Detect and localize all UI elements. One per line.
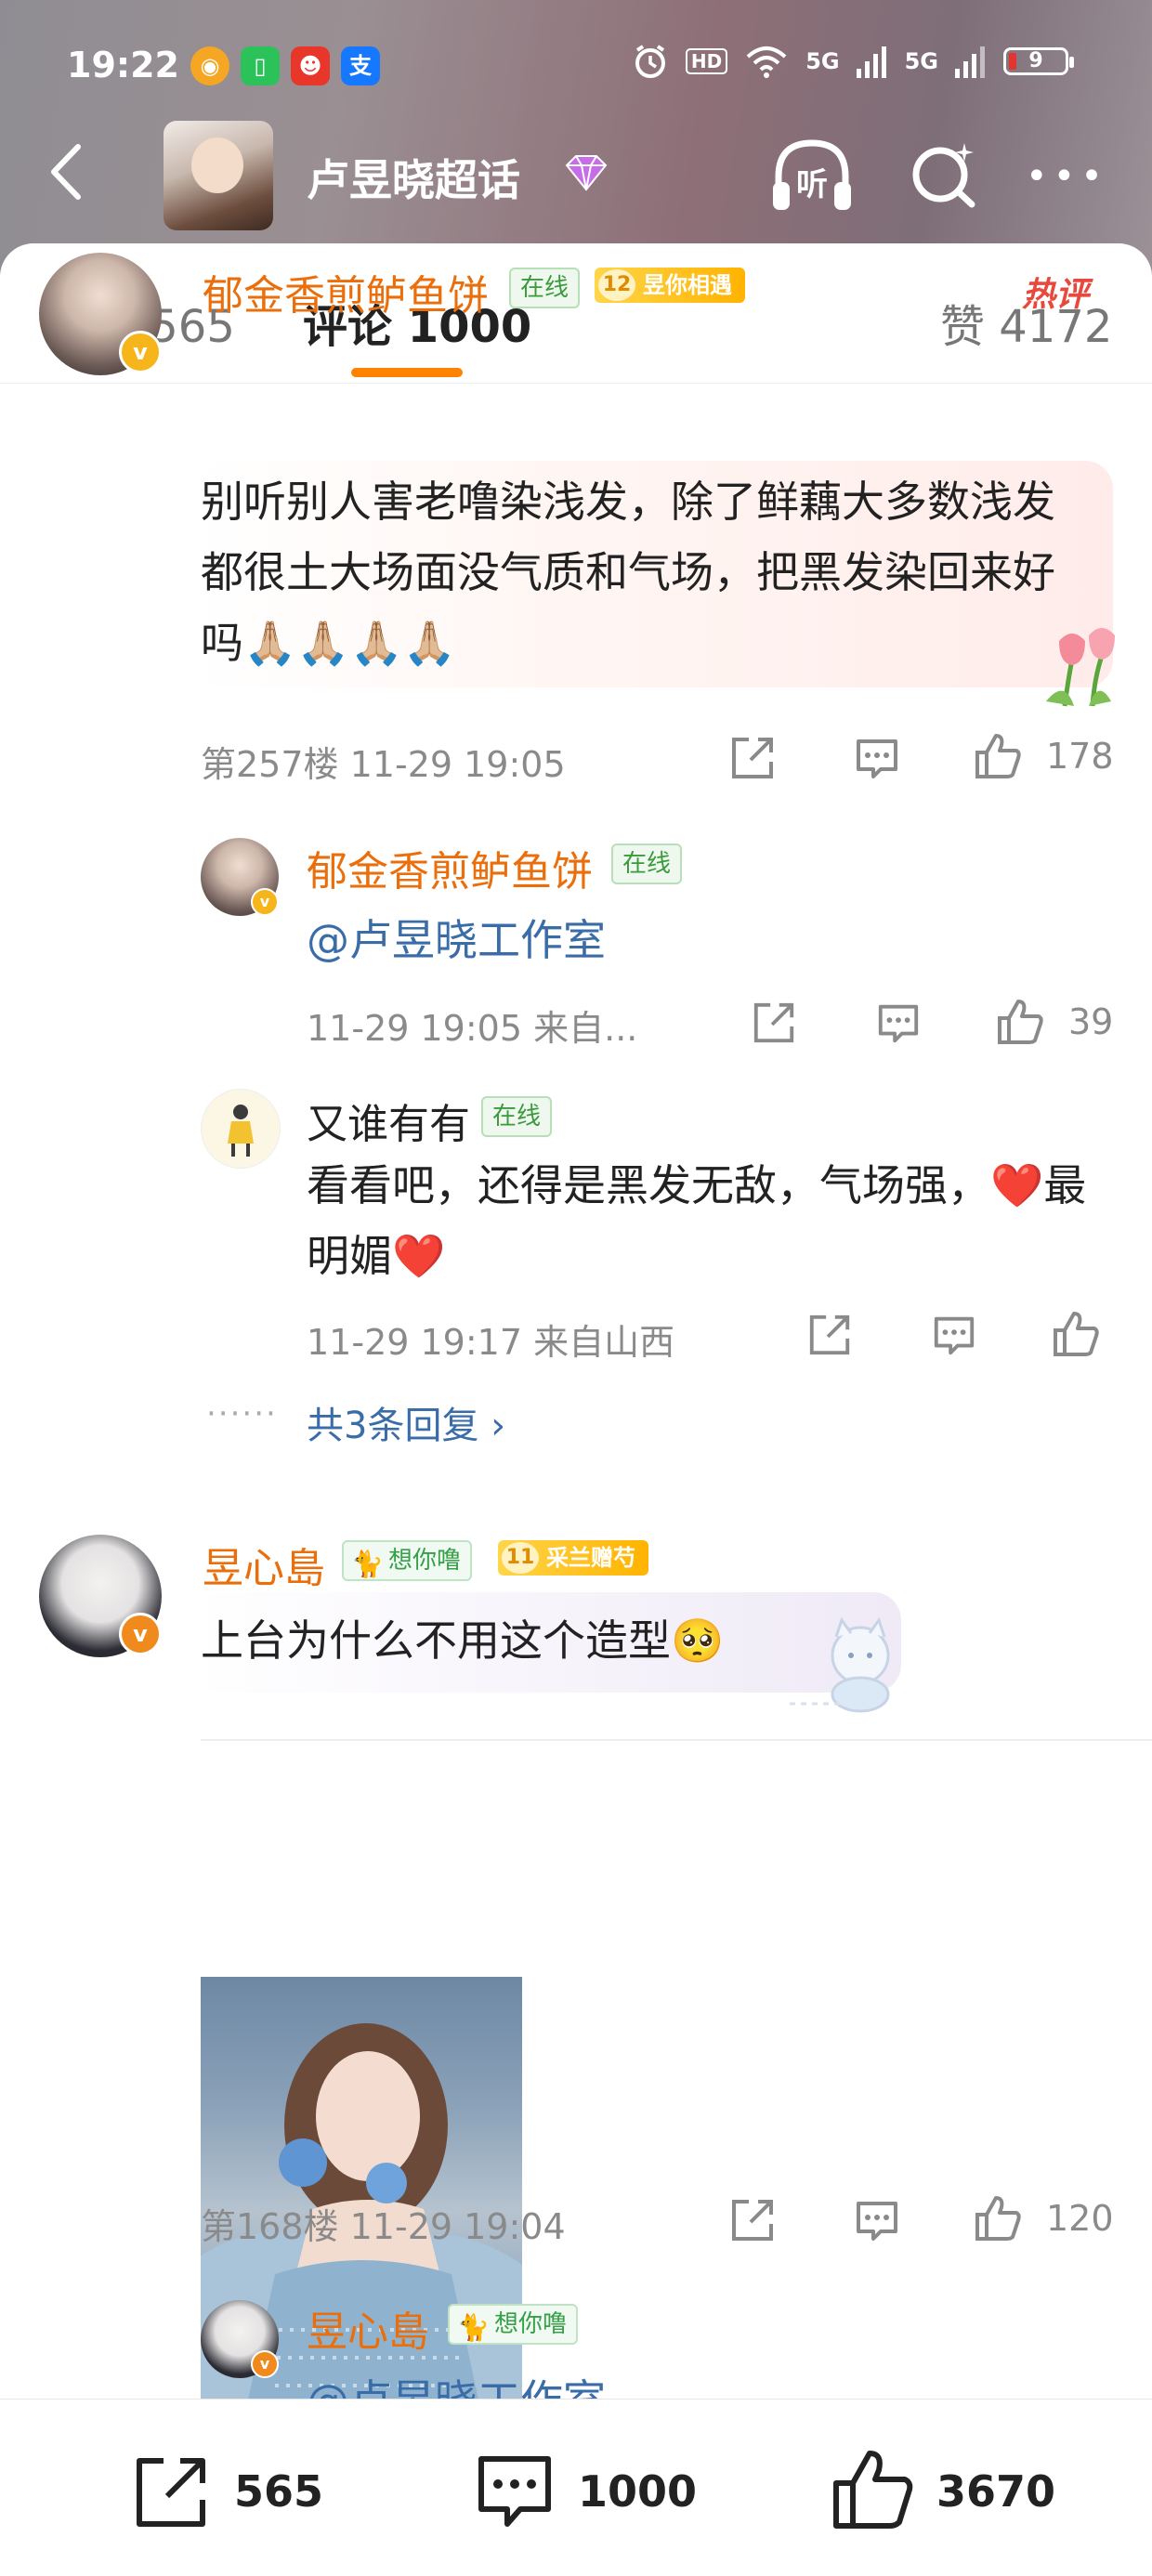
- reply-avatar[interactable]: [201, 1089, 281, 1169]
- alipay-icon: 支: [341, 46, 380, 85]
- like-icon[interactable]: [994, 996, 1046, 1048]
- comment-divider: [201, 1739, 1152, 1741]
- reply-username[interactable]: 郁金香煎鲈鱼饼: [307, 838, 593, 897]
- reply-meta: 11-29 19:17 来自山西: [307, 1314, 674, 1365]
- reply-text: 看看吧，还得是黑发无敌，气场强，❤️最明媚❤️: [307, 1160, 1087, 1281]
- fan-badge: 12 昱你相遇: [595, 268, 745, 303]
- topic-title[interactable]: 卢昱晓超话: [307, 147, 520, 208]
- notification-icons: ◉ ▯ ☻ 支: [190, 46, 380, 85]
- reply-username[interactable]: 昱心島: [307, 2298, 429, 2358]
- fan-level: 12: [598, 269, 635, 301]
- fan-level: 11: [502, 1542, 539, 1574]
- alarm-icon: [635, 45, 665, 78]
- reply-text: @卢昱晓工作室: [307, 2365, 957, 2399]
- online-tag: 在线: [611, 843, 683, 884]
- reply-source: 来自山西: [533, 1322, 675, 1363]
- listen-headphones-icon[interactable]: 听: [767, 134, 857, 217]
- verified-badge-icon: v: [251, 2350, 279, 2378]
- like-count: 178: [1046, 736, 1114, 777]
- share-icon[interactable]: [806, 1312, 853, 1358]
- share-icon[interactable]: [728, 2196, 777, 2244]
- comment-text: 别听别人害老噜染浅发，除了鲜藕大多数浅发都很土大场面没气质和气场，把黑发染回来好…: [201, 477, 1055, 668]
- username[interactable]: 昱心島: [203, 1535, 325, 1594]
- bottom-action-bar: 565 1000 3670: [0, 2399, 1152, 2576]
- back-arrow-icon[interactable]: [37, 139, 102, 204]
- wifi-icon: [746, 46, 787, 78]
- signal-2-icon: [955, 46, 985, 78]
- comment-floor: 第168楼 11-29 19:04: [201, 2198, 566, 2249]
- floor-number: 第257楼: [201, 744, 339, 785]
- comment-icon[interactable]: [472, 2452, 557, 2533]
- share-icon[interactable]: [728, 734, 777, 782]
- comment-icon[interactable]: [853, 734, 901, 782]
- reply-username[interactable]: 又谁有有: [307, 1091, 470, 1150]
- status-right: HD 5G 5G 9: [632, 43, 1074, 80]
- comment-text: 上台为什么不用这个造型🥺: [201, 1615, 725, 1666]
- tab-bar: 转发 565 评论 1000 赞 4172: [0, 243, 1152, 384]
- comment-time: 11-29 19:05: [349, 744, 566, 785]
- status-time: 19:22: [67, 45, 179, 85]
- topic-avatar[interactable]: [164, 121, 273, 230]
- signal-1-label: 5G: [805, 48, 840, 74]
- fan-name-badge: 🐈 想你噜: [448, 2304, 579, 2345]
- like-icon[interactable]: [972, 730, 1024, 782]
- more-options-icon[interactable]: •••: [1026, 158, 1108, 195]
- like-total[interactable]: 3670: [936, 2466, 1055, 2517]
- fan-badge-label: 昱你相遇: [643, 272, 732, 298]
- comment-icon[interactable]: [931, 1312, 977, 1358]
- comment-time: 11-29 19:04: [349, 2206, 566, 2247]
- repost-count[interactable]: 565: [234, 2466, 323, 2517]
- reply-meta: 11-29 19:05 来自...: [307, 1000, 637, 1051]
- like-count: 39: [1068, 1001, 1114, 1042]
- battery-level: 9: [1028, 49, 1043, 72]
- fan-badge: 11 采兰赠芍: [498, 1540, 648, 1576]
- verified-badge-icon: v: [251, 888, 279, 916]
- cartoon-figure-icon: [228, 1105, 254, 1157]
- hot-comment-badge: 热评: [1022, 276, 1090, 314]
- mention-link[interactable]: @卢昱晓工作室: [307, 2375, 606, 2399]
- weibo-icon: ◉: [190, 46, 229, 85]
- comment-floor: 第257楼 11-29 19:05: [201, 736, 566, 787]
- hd-icon: HD: [685, 48, 728, 74]
- fan-badge-label: 采兰赠芍: [546, 1545, 635, 1571]
- reply-dots: ······: [206, 1395, 278, 1432]
- signal-2-label: 5G: [904, 48, 938, 74]
- search-icon[interactable]: [907, 137, 981, 212]
- cat-icon: 🐈: [351, 1549, 384, 1579]
- like-icon[interactable]: [972, 2192, 1024, 2244]
- comment-sheet: 转发 565 评论 1000 赞 4172 热评 v 郁金香煎鲈鱼饼 在线 12…: [0, 243, 1152, 2575]
- top-nav: 卢昱晓超话 听 •••: [0, 111, 1152, 242]
- online-tag: 在线: [509, 268, 581, 308]
- view-more-replies-link[interactable]: 共3条回复 ›: [307, 1395, 505, 1449]
- reply-text: @卢昱晓工作室: [307, 905, 1106, 975]
- repost-icon[interactable]: [130, 2452, 212, 2533]
- like-count: 120: [1046, 2198, 1114, 2239]
- app-notification-icon: ▯: [241, 46, 280, 85]
- fan-name-label: 想你噜: [494, 2310, 568, 2338]
- reply-time: 11-29 19:05: [307, 1008, 523, 1049]
- verified-badge-icon: v: [119, 331, 162, 373]
- reply-time: 11-29 19:17: [307, 1322, 523, 1363]
- shopping-app-icon: ☻: [291, 46, 330, 85]
- like-icon[interactable]: [1050, 1308, 1102, 1360]
- floor-number: 第168楼: [201, 2206, 339, 2247]
- like-icon[interactable]: [829, 2446, 918, 2535]
- svg-text:听: 听: [796, 166, 828, 203]
- diamond-icon: [565, 155, 608, 191]
- username[interactable]: 郁金香煎鲈鱼饼: [203, 262, 489, 321]
- comment-icon[interactable]: [853, 2196, 901, 2244]
- mention-link[interactable]: @卢昱晓工作室: [307, 915, 606, 965]
- verified-badge-icon: v: [119, 1613, 162, 1655]
- cat-icon: 🐈: [457, 2312, 490, 2343]
- comment-count[interactable]: 1000: [578, 2466, 697, 2517]
- comment-icon[interactable]: [875, 1000, 922, 1046]
- share-icon[interactable]: [751, 1000, 797, 1046]
- signal-1-icon: [856, 46, 886, 78]
- fan-name-label: 想你噜: [388, 1547, 462, 1575]
- battery-icon: 9: [1003, 47, 1074, 75]
- reply-source: 来自...: [533, 1008, 638, 1049]
- online-tag: 在线: [481, 1096, 553, 1137]
- fan-name-badge: 🐈 想你噜: [342, 1540, 473, 1581]
- tab-active-indicator: [351, 368, 463, 377]
